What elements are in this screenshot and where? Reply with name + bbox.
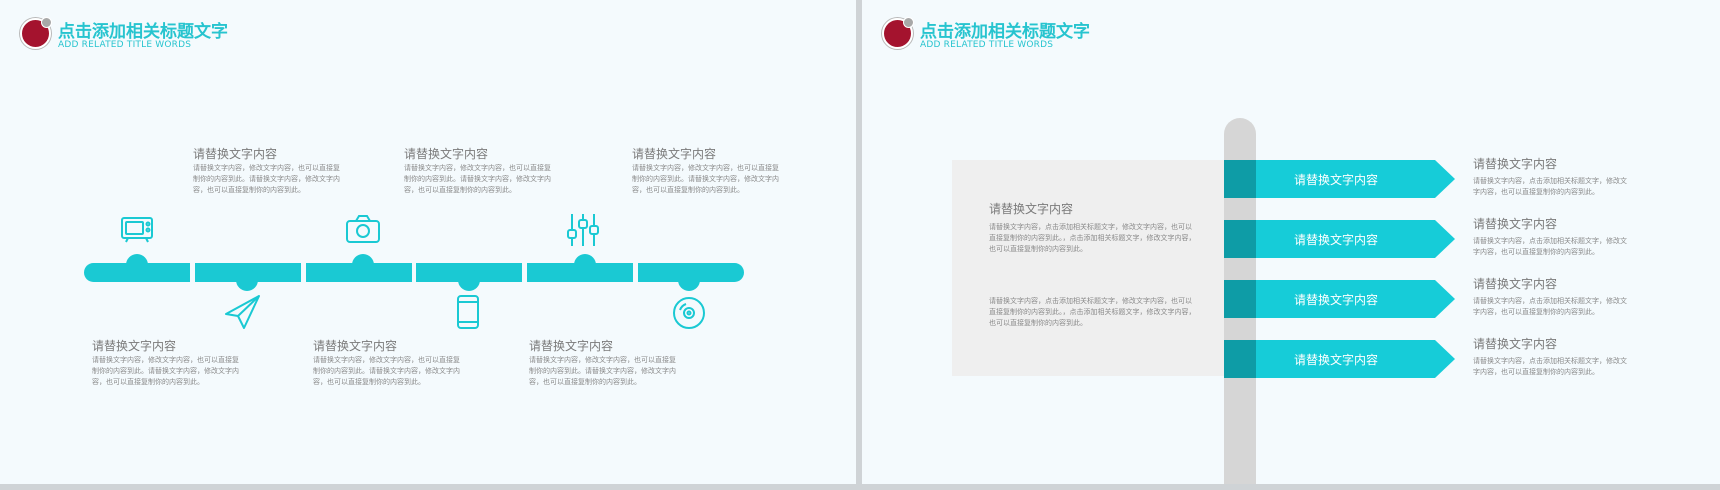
body-line: 容，也可以直接复制你的内容到此。 [404, 186, 516, 194]
text-panel: 请替换文字内容 请替换文字内容，点击添加相关标题文字，修改文字内容，也可以 直接… [952, 160, 1224, 376]
body-line: 请替换文字内容，修改文字内容，也可以直接复 [404, 164, 551, 172]
side-heading-1[interactable]: 请替换文字内容 [1473, 155, 1557, 172]
side-heading-3[interactable]: 请替换文字内容 [1473, 275, 1557, 292]
timeline-marker [678, 269, 700, 291]
timeline-marker [126, 254, 148, 276]
equalizer-icon [567, 214, 599, 246]
body-line: 请替换文字内容，点击添加相关标题文字，修改文 [1473, 177, 1627, 185]
timeline-marker [574, 254, 596, 276]
timeline-top-body-1[interactable]: 请替换文字内容，修改文字内容，也可以直接复 制你的内容到此。请替换文字内容，修改… [193, 163, 340, 196]
body-line: 直接复制你的内容到此。，点击添加相关标题文字，修改文字内容， [989, 234, 1196, 242]
body-line: 容，也可以直接复制你的内容到此。 [313, 378, 425, 386]
side-heading-4[interactable]: 请替换文字内容 [1473, 335, 1557, 352]
side-body-1[interactable]: 请替换文字内容，点击添加相关标题文字，修改文 字内容，也可以直接复制你的内容到此… [1473, 176, 1627, 198]
signpost-arrow-4[interactable]: 请替换文字内容 [1224, 340, 1455, 378]
body-line: 请替换文字内容，修改文字内容，也可以直接复 [632, 164, 779, 172]
body-line: 制你的内容到此。请替换文字内容，修改文字内 [404, 175, 551, 183]
logo-icon [882, 17, 914, 49]
timeline-marker [352, 254, 374, 276]
timeline-bottom-heading-1[interactable]: 请替换文字内容 [92, 337, 176, 354]
body-line: 直接复制你的内容到此。，点击添加相关标题文字，修改文字内容， [989, 308, 1196, 316]
timeline-marker [236, 269, 258, 291]
timeline-bottom-heading-3[interactable]: 请替换文字内容 [529, 337, 613, 354]
body-line: 请替换文字内容，点击添加相关标题文字，修改文 [1473, 297, 1627, 305]
signpost-arrow-2[interactable]: 请替换文字内容 [1224, 220, 1455, 258]
signpost-arrow-1[interactable]: 请替换文字内容 [1224, 160, 1455, 198]
panel-paragraph-2[interactable]: 请替换文字内容，点击添加相关标题文字，修改文字内容，也可以 直接复制你的内容到此… [989, 296, 1196, 329]
body-line: 制你的内容到此。请替换文字内容，修改文字内 [92, 367, 239, 375]
body-line: 请替换文字内容，修改文字内容，也可以直接复 [193, 164, 340, 172]
arrow-label: 请替换文字内容 [1294, 293, 1379, 307]
body-line: 制你的内容到此。请替换文字内容，修改文字内 [193, 175, 340, 183]
panel-paragraph-1[interactable]: 请替换文字内容，点击添加相关标题文字，修改文字内容，也可以 直接复制你的内容到此… [989, 222, 1196, 255]
body-line: 字内容，也可以直接复制你的内容到此。 [1473, 308, 1599, 316]
body-line: 制你的内容到此。请替换文字内容，修改文字内 [529, 367, 676, 375]
body-line: 也可以直接复制你的内容到此。 [989, 319, 1087, 327]
body-line: 请替换文字内容，点击添加相关标题文字，修改文 [1473, 237, 1627, 245]
body-line: 请替换文字内容，点击添加相关标题文字，修改文 [1473, 357, 1627, 365]
slide-signpost: 点击添加相关标题文字 ADD RELATED TITLE WORDS 请替换文字… [862, 0, 1720, 484]
arrow-label: 请替换文字内容 [1294, 173, 1379, 187]
body-line: 容，也可以直接复制你的内容到此。 [632, 186, 744, 194]
timeline-top-body-2[interactable]: 请替换文字内容，修改文字内容，也可以直接复 制你的内容到此。请替换文字内容，修改… [404, 163, 551, 196]
arrow-shade [1224, 340, 1256, 378]
logo-icon [20, 17, 52, 49]
body-line: 请替换文字内容，修改文字内容，也可以直接复 [313, 356, 460, 364]
arrow-shade [1224, 220, 1256, 258]
arrow-shade [1224, 280, 1256, 318]
arrow-shade [1224, 160, 1256, 198]
timeline-bottom-heading-2[interactable]: 请替换文字内容 [313, 337, 397, 354]
slide-subtitle[interactable]: ADD RELATED TITLE WORDS [58, 40, 191, 50]
slide-timeline: 点击添加相关标题文字 ADD RELATED TITLE WORDS 请替换文字… [0, 0, 856, 484]
timeline-top-heading-3[interactable]: 请替换文字内容 [632, 145, 716, 162]
arrow-label: 请替换文字内容 [1294, 233, 1379, 247]
body-line: 容，也可以直接复制你的内容到此。 [92, 378, 204, 386]
timeline-top-body-3[interactable]: 请替换文字内容，修改文字内容，也可以直接复 制你的内容到此。请替换文字内容，修改… [632, 163, 779, 196]
slide-subtitle[interactable]: ADD RELATED TITLE WORDS [920, 40, 1053, 50]
timeline-marker [458, 269, 480, 291]
camera-icon [346, 215, 380, 243]
arrow-label: 请替换文字内容 [1294, 353, 1379, 367]
body-line: 请替换文字内容，修改文字内容，也可以直接复 [529, 356, 676, 364]
body-line: 字内容，也可以直接复制你的内容到此。 [1473, 368, 1599, 376]
side-body-3[interactable]: 请替换文字内容，点击添加相关标题文字，修改文 字内容，也可以直接复制你的内容到此… [1473, 296, 1627, 318]
body-line: 容，也可以直接复制你的内容到此。 [529, 378, 641, 386]
timeline-bottom-body-3[interactable]: 请替换文字内容，修改文字内容，也可以直接复 制你的内容到此。请替换文字内容，修改… [529, 355, 676, 388]
side-heading-2[interactable]: 请替换文字内容 [1473, 215, 1557, 232]
body-line: 也可以直接复制你的内容到此。 [989, 245, 1087, 253]
body-line: 请替换文字内容，点击添加相关标题文字，修改文字内容，也可以 [989, 297, 1192, 305]
panel-heading[interactable]: 请替换文字内容 [989, 200, 1073, 217]
body-line: 字内容，也可以直接复制你的内容到此。 [1473, 248, 1599, 256]
body-line: 请替换文字内容，点击添加相关标题文字，修改文字内容，也可以 [989, 223, 1192, 231]
timeline-top-heading-1[interactable]: 请替换文字内容 [193, 145, 277, 162]
timeline-top-heading-2[interactable]: 请替换文字内容 [404, 145, 488, 162]
slide-title[interactable]: 点击添加相关标题文字 [920, 17, 1090, 42]
timeline-bottom-body-1[interactable]: 请替换文字内容，修改文字内容，也可以直接复 制你的内容到此。请替换文字内容，修改… [92, 355, 239, 388]
side-body-2[interactable]: 请替换文字内容，点击添加相关标题文字，修改文 字内容，也可以直接复制你的内容到此… [1473, 236, 1627, 258]
body-line: 请替换文字内容，修改文字内容，也可以直接复 [92, 356, 239, 364]
body-line: 制你的内容到此。请替换文字内容，修改文字内 [313, 367, 460, 375]
side-body-4[interactable]: 请替换文字内容，点击添加相关标题文字，修改文 字内容，也可以直接复制你的内容到此… [1473, 356, 1627, 378]
signpost-arrow-3[interactable]: 请替换文字内容 [1224, 280, 1455, 318]
slide-title[interactable]: 点击添加相关标题文字 [58, 17, 228, 42]
tv-icon [121, 217, 153, 243]
paper-plane-icon [225, 295, 260, 329]
timeline-bottom-body-2[interactable]: 请替换文字内容，修改文字内容，也可以直接复 制你的内容到此。请替换文字内容，修改… [313, 355, 460, 388]
body-line: 容，也可以直接复制你的内容到此。 [193, 186, 305, 194]
body-line: 制你的内容到此。请替换文字内容，修改文字内 [632, 175, 779, 183]
smartphone-icon [457, 295, 479, 329]
body-line: 字内容，也可以直接复制你的内容到此。 [1473, 188, 1599, 196]
disc-icon [673, 297, 705, 329]
